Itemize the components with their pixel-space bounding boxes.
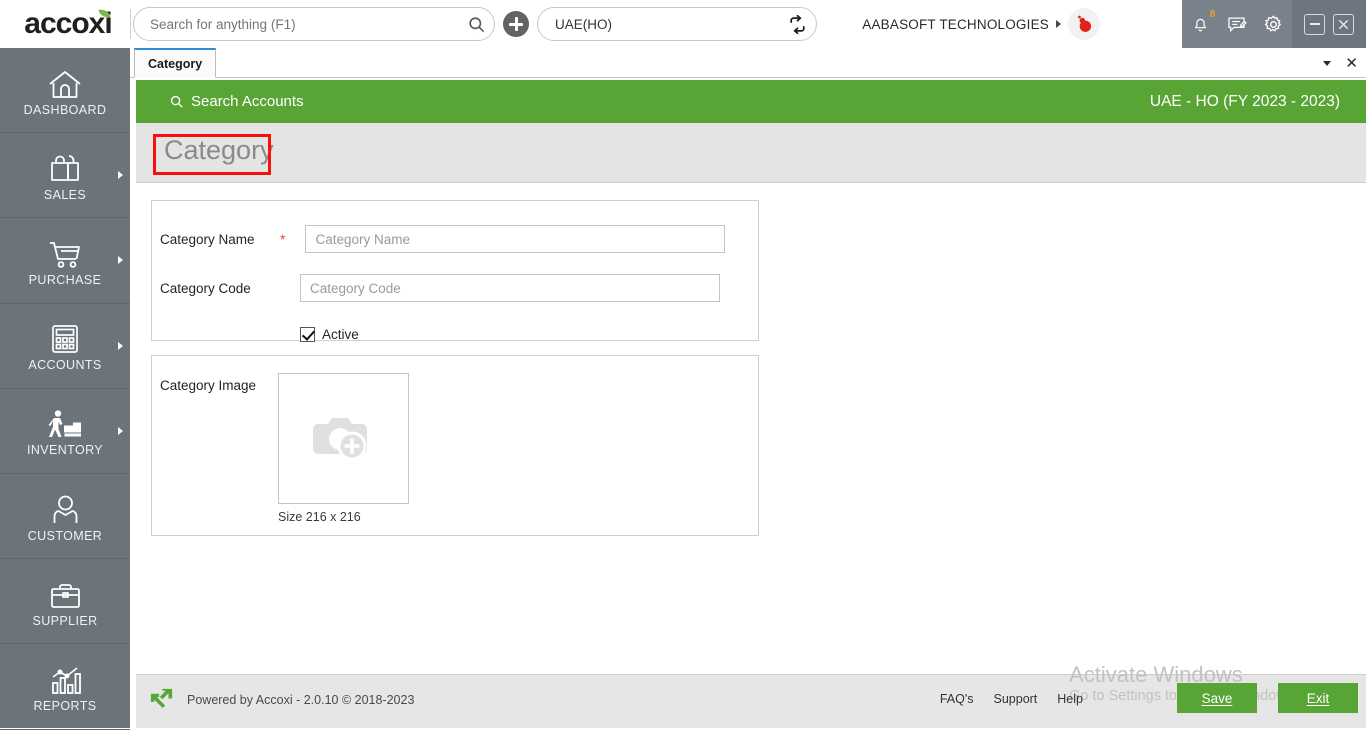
label-category-name: Category Name [160,232,270,247]
active-checkbox-row: Active [300,327,359,342]
label-category-code: Category Code [160,281,270,296]
sidebar-label-inventory: INVENTORY [27,443,103,457]
save-button[interactable]: Save [1177,683,1257,713]
category-image-panel: Category Image Size 216 x 216 [151,355,759,536]
tab-strip: Category ✕ [130,48,1366,78]
search-input[interactable] [134,9,458,39]
image-size-hint: Size 216 x 216 [278,510,361,524]
fiscal-context-label: UAE - HO (FY 2023 - 2023) [1150,93,1340,111]
top-bar: accoxi UAE(HO) AABASOFT TECHNOLOGIES [0,0,1366,48]
close-icon[interactable]: ✕ [1345,56,1358,71]
exit-button-label: Exit [1307,691,1330,706]
sidebar-label-reports: REPORTS [34,699,97,713]
sidebar-item-dashboard[interactable]: DASHBOARD [0,48,130,133]
company-selector[interactable]: AABASOFT TECHNOLOGIES [862,0,1100,48]
accoxi-arrow-icon [148,686,175,713]
app-logo-text: accoxi [24,9,111,39]
save-button-label: Save [1202,691,1233,706]
calculator-icon [50,319,80,355]
caret-right-icon [1056,20,1061,28]
footer-link-help[interactable]: Help [1057,692,1083,706]
minimize-button[interactable] [1304,14,1325,35]
active-checkbox-label: Active [322,327,359,342]
sidebar-label-customer: CUSTOMER [28,529,103,543]
sidebar-item-inventory[interactable]: INVENTORY [0,389,130,474]
user-avatar-icon[interactable] [1068,8,1100,40]
notification-badge: 8 [1210,9,1216,20]
footer-branding: Powered by Accoxi - 2.0.10 © 2018-2023 [148,686,414,713]
message-note-icon[interactable] [1222,7,1252,41]
tab-category[interactable]: Category [134,48,216,78]
settings-gear-icon[interactable] [1259,7,1289,41]
home-icon [47,64,83,100]
sidebar-label-accounts: ACCOUNTS [28,358,101,372]
sidebar-arrow-sales-icon [118,171,123,179]
exit-button[interactable]: Exit [1278,683,1358,713]
tab-controls: ✕ [1323,48,1358,78]
sidebar-label-sales: SALES [44,188,86,202]
page-title-band: Category [136,123,1366,183]
branch-selector[interactable]: UAE(HO) [537,7,817,41]
notification-bell-icon[interactable]: 8 [1185,7,1215,41]
chevron-down-icon[interactable] [1323,61,1331,66]
required-marker-category-name: * [280,231,285,247]
field-row-category-code: Category Code [160,274,720,302]
active-checkbox[interactable] [300,327,315,342]
logo-divider [130,9,131,39]
search-icon [169,94,184,109]
sidebar-item-customer[interactable]: CUSTOMER [0,474,130,559]
person-icon [50,490,81,526]
window-controls [1292,0,1366,48]
sidebar-label-purchase: PURCHASE [29,273,102,287]
sidebar-nav: DASHBOARD SALES PURCHASE [0,48,130,728]
sidebar-label-supplier: SUPPLIER [32,614,97,628]
module-header: Search Accounts UAE - HO (FY 2023 - 2023… [136,80,1366,123]
sidebar-arrow-purchase-icon [118,256,123,264]
company-name: AABASOFT TECHNOLOGIES [862,17,1049,32]
footer-links: FAQ's Support Help [940,692,1083,706]
tab-label: Category [148,57,202,71]
camera-add-icon [312,410,376,467]
search-accounts-button[interactable]: Search Accounts [169,93,304,110]
sidebar-item-supplier[interactable]: SUPPLIER [0,559,130,644]
category-details-panel: Category Name * Category Code Active [151,200,759,341]
switch-refresh-icon[interactable] [778,8,816,40]
field-row-category-name: Category Name * [160,225,725,253]
powered-by-text: Powered by Accoxi - 2.0.10 © 2018-2023 [187,693,414,707]
category-code-input[interactable] [300,274,720,302]
page-footer: Powered by Accoxi - 2.0.10 © 2018-2023 F… [136,674,1366,728]
search-accounts-label: Search Accounts [191,93,304,110]
bar-chart-icon [49,660,82,696]
footer-link-support[interactable]: Support [994,692,1038,706]
app-logo: accoxi [0,0,130,48]
search-icon[interactable] [458,8,494,40]
page-content: Category Name * Category Code Active Cat… [136,184,1366,674]
footer-link-faqs[interactable]: FAQ's [940,692,974,706]
shopping-cart-icon [47,234,83,270]
add-new-button[interactable] [503,11,529,37]
label-category-image: Category Image [160,378,256,393]
sidebar-arrow-accounts-icon [118,342,123,350]
global-search[interactable] [133,7,495,41]
category-image-upload[interactable] [278,373,409,504]
branch-value: UAE(HO) [538,17,778,32]
sidebar-item-sales[interactable]: SALES [0,133,130,218]
sidebar-label-dashboard: DASHBOARD [24,103,107,117]
category-name-input[interactable] [305,225,725,253]
close-button[interactable] [1333,14,1354,35]
sidebar-item-purchase[interactable]: PURCHASE [0,218,130,303]
page-title: Category [158,133,280,168]
sidebar-item-accounts[interactable]: ACCOUNTS [0,304,130,389]
sidebar-arrow-inventory-icon [118,427,123,435]
top-icon-bar: 8 [1182,0,1292,48]
briefcase-icon [49,575,82,611]
warehouse-worker-icon [47,404,83,440]
sidebar-item-reports[interactable]: REPORTS [0,644,130,729]
shopping-bag-icon [49,149,81,185]
